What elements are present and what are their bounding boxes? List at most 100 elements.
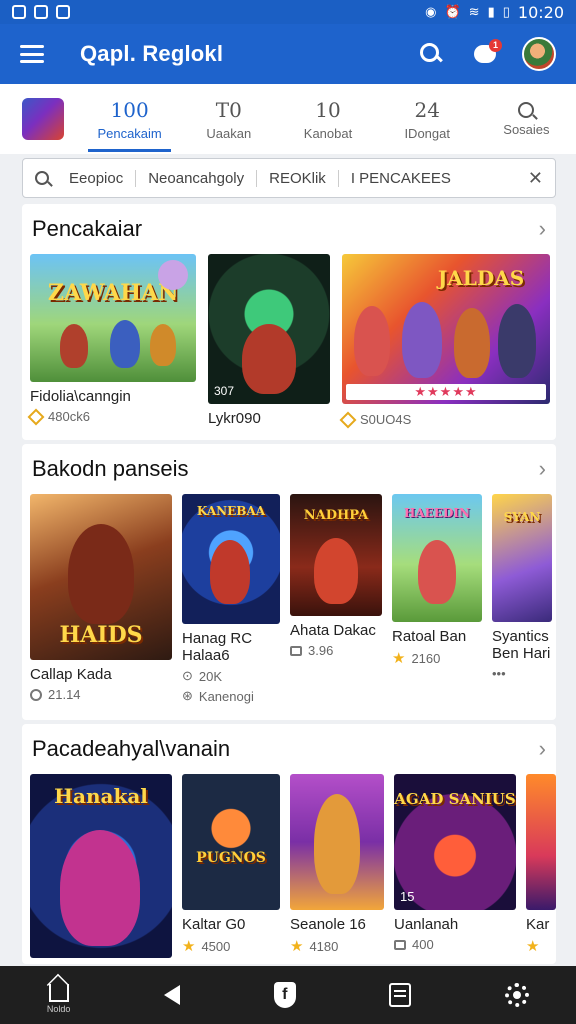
tab-count: 24	[414, 97, 440, 122]
location-icon: ◉	[425, 4, 437, 19]
game-name: Lykr090	[208, 410, 261, 427]
game-card[interactable]: HAIDS Callap Kada 21.14	[30, 494, 172, 704]
game-card[interactable]: Kar ★	[526, 774, 556, 958]
search-icon[interactable]	[418, 41, 444, 67]
nav-back[interactable]	[164, 985, 181, 1005]
more-icon[interactable]: •••	[492, 666, 552, 681]
tab-kanobat[interactable]: 10 Kanobat	[278, 84, 377, 154]
filter-chip[interactable]: Eeopioc	[57, 169, 137, 187]
avatar[interactable]	[522, 37, 556, 71]
game-meta: S0UO4S	[360, 412, 412, 427]
game-card[interactable]: SYAN Syantics Ben Hari •••	[492, 494, 552, 704]
game-meta: 480ck6	[48, 409, 90, 424]
filter-chip[interactable]: Neoancahgoly	[136, 169, 258, 187]
game-artwork: NADHPA	[290, 494, 382, 616]
game-artwork	[290, 774, 384, 910]
game-artwork: AGAD SANIUS 15	[394, 774, 516, 910]
chip-label: PENCAKEES	[359, 169, 451, 187]
download-icon	[30, 688, 42, 701]
game-name: Hanag RC	[182, 630, 253, 647]
star-icon: ★	[392, 650, 406, 667]
tab-search[interactable]: Sosaies	[477, 84, 576, 154]
game-card[interactable]: AGAD SANIUS 15 Uanlanah 400	[394, 774, 516, 958]
game-card[interactable]: KANEBAA Hanag RC Halaa6 ⊙ 20K ⊛ Kanenogi	[182, 494, 280, 704]
download-icon	[34, 5, 48, 19]
close-icon[interactable]: ✕	[528, 168, 543, 189]
tab-label: Kanobat	[303, 125, 353, 141]
app-title: Qapl. Reglokl	[80, 41, 224, 66]
controller-icon: ⊛	[182, 688, 193, 703]
search-icon	[518, 101, 535, 118]
artwork-badge: 15	[400, 889, 415, 904]
notification-button[interactable]: 1	[472, 39, 502, 69]
game-artwork: HAEEDIN	[392, 494, 482, 622]
notification-badge: 1	[489, 39, 502, 52]
document-icon	[389, 983, 412, 1007]
home-icon	[48, 984, 69, 1002]
tab-count: 10	[315, 97, 341, 122]
battery-icon: ▯	[502, 4, 510, 19]
section-title: Bakodn panseis	[32, 456, 189, 481]
game-artwork: HAIDS	[30, 494, 172, 660]
game-artwork: Hanakal	[30, 774, 172, 958]
tab-label: Pencakaim	[97, 125, 162, 141]
game-meta: 3.96	[308, 643, 334, 658]
game-name: Ratoal Ban	[392, 628, 467, 645]
views-icon: ⊙	[182, 668, 193, 683]
chevron-right-icon[interactable]: ›	[539, 216, 546, 242]
game-meta: 4500	[201, 938, 231, 954]
gear-icon	[505, 983, 530, 1007]
tab-label: Uaakan	[206, 125, 252, 141]
nav-home[interactable]: Noldo	[46, 976, 71, 1014]
nav-shield[interactable]: f	[273, 982, 296, 1008]
app-thumbnail[interactable]	[22, 98, 64, 140]
tab-idongat[interactable]: 24 IDongat	[378, 84, 477, 154]
shield-icon: f	[273, 982, 296, 1008]
nav-label: Noldo	[46, 1004, 71, 1014]
app-bar: Qapl. Reglokl 1	[0, 24, 576, 84]
game-meta: 400	[412, 937, 434, 952]
game-name: Syantics	[492, 628, 549, 645]
game-card[interactable]: NADHPA Ahata Dakac 3.96	[290, 494, 382, 704]
game-artwork: KANEBAA	[182, 494, 280, 624]
artwork-title: SYAN	[503, 510, 541, 524]
game-card[interactable]: HAEEDIN Ratoal Ban ★ 2160	[392, 494, 482, 704]
filter-chip[interactable]: REOKlik	[257, 170, 338, 187]
artwork-title: Hanakal	[54, 784, 148, 808]
tag-icon	[27, 408, 45, 425]
tab-count: 100	[110, 97, 149, 122]
rating-stars: ★★★★★	[414, 384, 478, 399]
star-icon: ★	[290, 938, 304, 955]
game-artwork	[526, 774, 556, 910]
star-icon: ★	[182, 938, 196, 955]
chevron-right-icon[interactable]: ›	[539, 456, 546, 482]
tab-pencakaim[interactable]: 100 Pencakaim	[80, 84, 179, 154]
game-name: Seanole 16	[290, 916, 366, 933]
chevron-right-icon[interactable]: ›	[539, 736, 546, 762]
game-card[interactable]: 307 Lykr090	[208, 254, 332, 427]
game-name: Ahata Dakac	[290, 622, 376, 639]
tab-uaakan[interactable]: T0 Uaakan	[179, 84, 278, 154]
game-card[interactable]: PUGNOS Kaltar G0 ★ 4500	[182, 774, 280, 958]
nav-library[interactable]	[389, 983, 412, 1007]
game-meta: Kanenogi	[198, 688, 254, 704]
artwork-title: JALDAS	[437, 266, 525, 290]
tag-icon	[339, 411, 357, 428]
game-name: Fidolia\canngin	[30, 388, 131, 405]
section-popular: Bakodn panseis › HAIDS Callap Kada 21.14…	[22, 444, 556, 720]
game-card[interactable]: JALDAS ★★★★★ S0UO4S	[339, 254, 550, 428]
game-name: Callap Kada	[30, 666, 112, 683]
section-featured: Pencakaiar › ZAWAHAN Fidolia\canngin 480…	[22, 204, 556, 440]
tab-count: T0	[215, 97, 242, 122]
game-card[interactable]: Hanakal	[30, 774, 172, 958]
game-artwork: PUGNOS	[182, 774, 280, 910]
message-icon	[56, 5, 70, 19]
filter-chip[interactable]: I PENCAKEES	[337, 169, 463, 187]
game-card[interactable]: Seanole 16 ★ 4180	[290, 774, 384, 958]
artwork-title: HAEEDIN	[404, 506, 470, 520]
game-card[interactable]: ZAWAHAN Fidolia\canngin 480ck6	[27, 254, 198, 427]
hamburger-menu-icon[interactable]	[20, 45, 44, 63]
game-artwork: 307	[208, 254, 330, 404]
section-recommended: Pacadeahyal\vanain › Hanakal PUGNOS Kalt…	[22, 724, 556, 964]
nav-settings[interactable]	[505, 983, 530, 1007]
